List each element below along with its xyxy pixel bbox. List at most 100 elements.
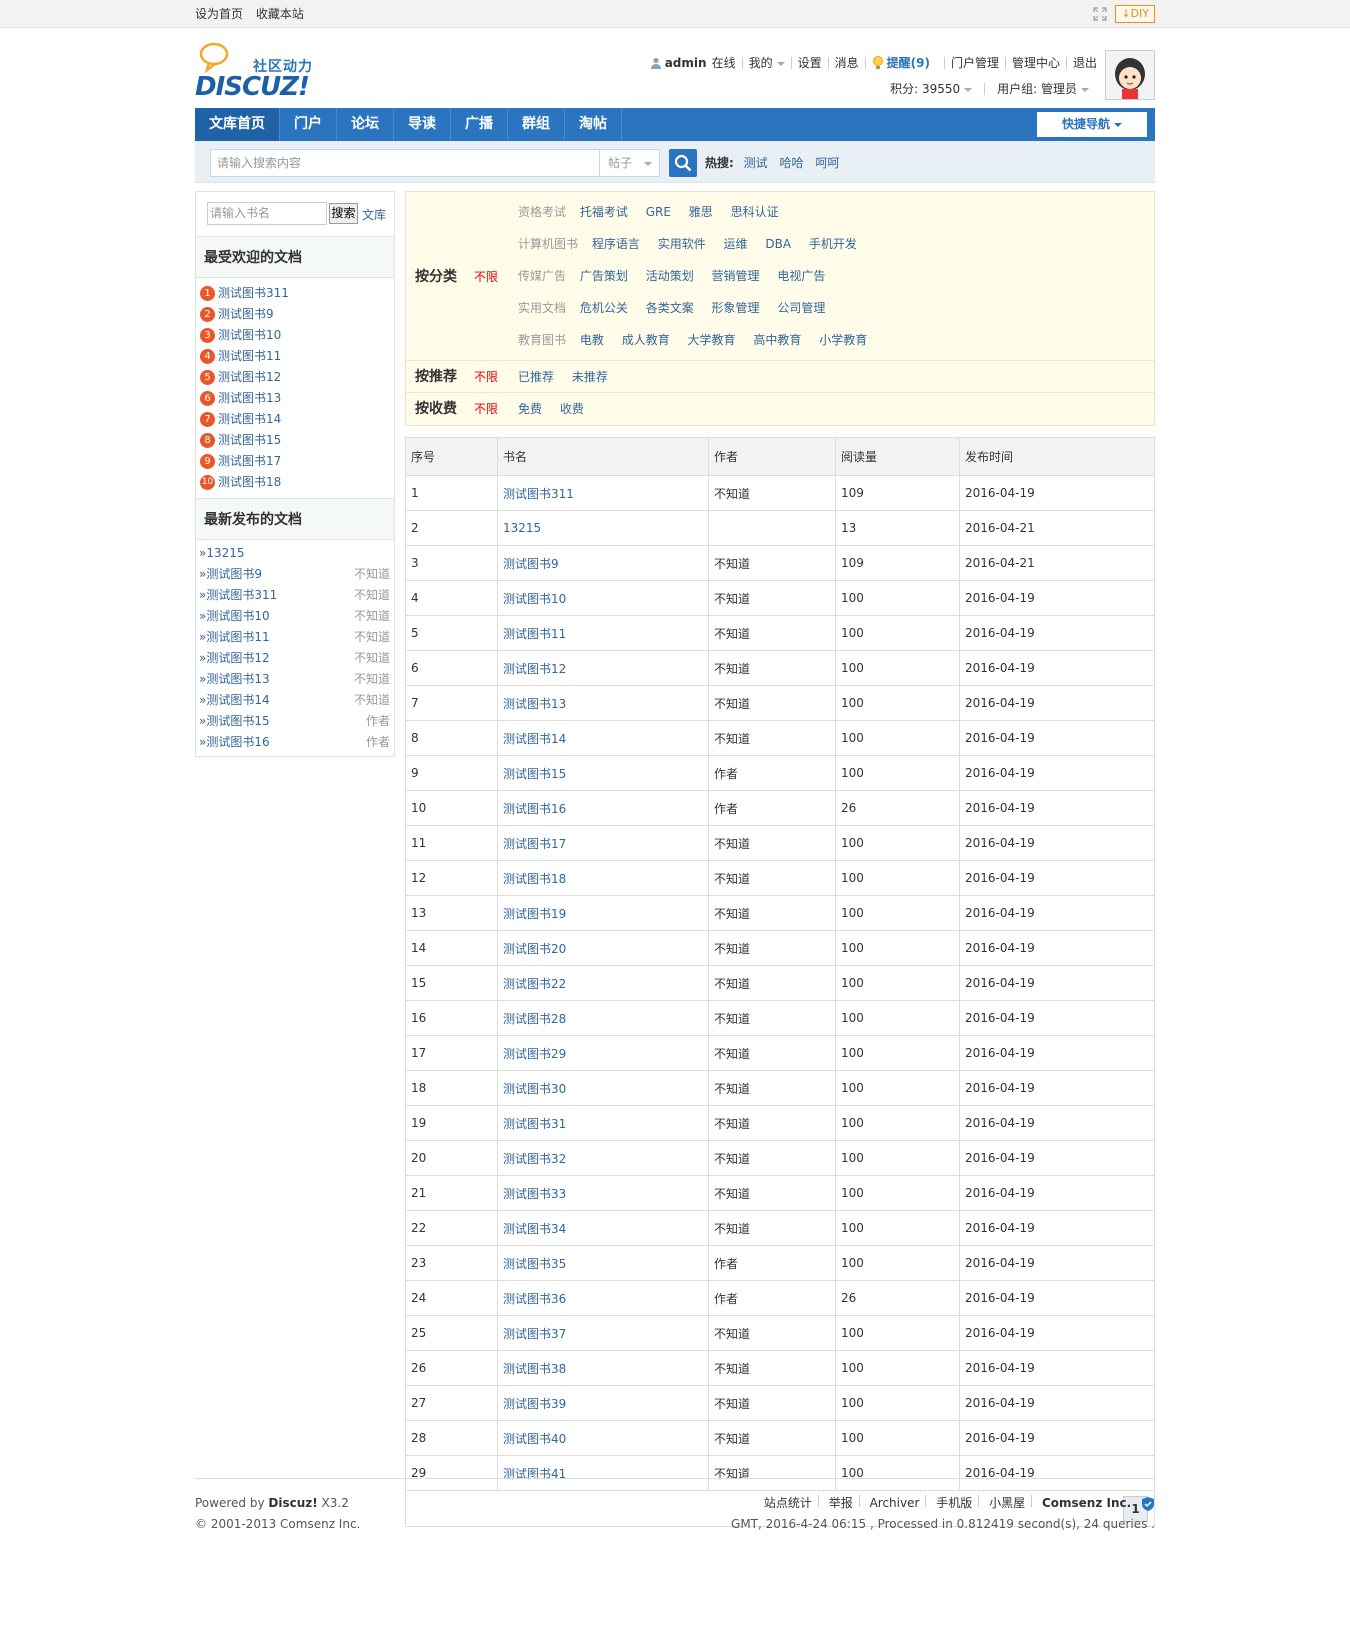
popular-doc-link[interactable]: 测试图书15 — [218, 430, 281, 451]
avatar[interactable] — [1105, 50, 1155, 100]
category-link[interactable]: 形象管理 — [712, 301, 760, 315]
search-button[interactable] — [669, 149, 697, 177]
book-title-link[interactable]: 测试图书22 — [497, 965, 709, 1001]
book-title-link[interactable]: 测试图书34 — [497, 1210, 709, 1246]
admin-center-link[interactable]: 管理中心 — [1012, 54, 1060, 71]
book-title-link[interactable]: 测试图书28 — [497, 1000, 709, 1036]
book-title-link[interactable]: 测试图书29 — [497, 1035, 709, 1071]
book-title-link[interactable]: 13215 — [497, 510, 709, 546]
book-title-link[interactable]: 测试图书12 — [497, 650, 709, 686]
book-title-link[interactable]: 测试图书35 — [497, 1245, 709, 1281]
category-link[interactable]: 危机公关 — [580, 301, 628, 315]
footer-link[interactable]: 举报 — [829, 1496, 853, 1510]
shield-icon[interactable] — [1141, 1496, 1155, 1512]
footer-link[interactable]: Archiver — [870, 1496, 920, 1510]
recommend-link[interactable]: 未推荐 — [572, 370, 608, 384]
quick-nav-button[interactable]: 快捷导航 — [1037, 112, 1147, 137]
popular-doc-link[interactable]: 测试图书11 — [218, 346, 281, 367]
category-link[interactable]: 电视广告 — [777, 269, 825, 283]
popular-doc-link[interactable]: 测试图书311 — [218, 283, 289, 304]
footer-link[interactable]: 手机版 — [936, 1496, 972, 1510]
category-link[interactable]: 实用软件 — [658, 237, 706, 251]
popular-doc-link[interactable]: 测试图书10 — [218, 325, 281, 346]
search-type-select[interactable]: 帖子 — [600, 149, 660, 177]
search-input[interactable]: 请输入搜索内容 — [210, 149, 600, 177]
book-title-link[interactable]: 测试图书33 — [497, 1175, 709, 1211]
category-link[interactable]: 高中教育 — [753, 333, 801, 347]
popular-doc-link[interactable]: 测试图书14 — [218, 409, 281, 430]
diy-button[interactable]: ↓DIY — [1115, 5, 1155, 23]
logout-link[interactable]: 退出 — [1073, 54, 1097, 71]
category-link[interactable]: 托福考试 — [580, 205, 628, 219]
book-search-button[interactable]: 搜索 — [329, 203, 358, 224]
set-homepage-link[interactable]: 设为首页 — [195, 7, 243, 21]
category-link[interactable]: 成人教育 — [622, 333, 670, 347]
hot-keyword[interactable]: 呵呵 — [815, 156, 839, 170]
book-title-link[interactable]: 测试图书30 — [497, 1070, 709, 1106]
nav-item-collection[interactable]: 淘帖 — [565, 108, 622, 141]
book-title-link[interactable]: 测试图书10 — [497, 580, 709, 616]
book-title-link[interactable]: 测试图书19 — [497, 895, 709, 931]
brand-link[interactable]: Discuz! — [268, 1496, 317, 1510]
popular-doc-link[interactable]: 测试图书12 — [218, 367, 281, 388]
book-title-link[interactable]: 测试图书14 — [497, 720, 709, 756]
favorite-link[interactable]: 收藏本站 — [256, 7, 304, 21]
book-title-link[interactable]: 测试图书32 — [497, 1140, 709, 1176]
category-link[interactable]: 小学教育 — [819, 333, 867, 347]
book-title-link[interactable]: 测试图书15 — [497, 755, 709, 791]
filter-unlimited[interactable]: 不限 — [466, 192, 518, 360]
popular-doc-link[interactable]: 测试图书13 — [218, 388, 281, 409]
book-title-link[interactable]: 测试图书13 — [497, 685, 709, 721]
fee-link[interactable]: 免费 — [518, 402, 542, 416]
hot-keyword[interactable]: 测试 — [744, 156, 768, 170]
book-title-link[interactable]: 测试图书36 — [497, 1280, 709, 1316]
footer-link[interactable]: 小黑屋 — [989, 1496, 1025, 1510]
latest-doc-link[interactable]: »测试图书311 — [199, 585, 277, 606]
book-title-link[interactable]: 测试图书9 — [497, 545, 709, 581]
fee-link[interactable]: 收费 — [560, 402, 584, 416]
nav-item-broadcast[interactable]: 广播 — [451, 108, 508, 141]
hot-keyword[interactable]: 哈哈 — [779, 156, 803, 170]
category-link[interactable]: 大学教育 — [688, 333, 736, 347]
category-link[interactable]: 运维 — [724, 237, 748, 251]
category-link[interactable]: 活动策划 — [646, 269, 694, 283]
popular-doc-link[interactable]: 测试图书18 — [218, 472, 281, 493]
book-search-input[interactable]: 请输入书名 — [207, 202, 327, 225]
category-link[interactable]: 手机开发 — [809, 237, 857, 251]
book-title-link[interactable]: 测试图书37 — [497, 1315, 709, 1351]
nav-item-forum[interactable]: 论坛 — [337, 108, 394, 141]
book-title-link[interactable]: 测试图书40 — [497, 1420, 709, 1456]
portal-manage-link[interactable]: 门户管理 — [951, 54, 999, 71]
category-link[interactable]: 营销管理 — [712, 269, 760, 283]
book-title-link[interactable]: 测试图书20 — [497, 930, 709, 966]
footer-link[interactable]: 站点统计 — [764, 1496, 812, 1510]
book-title-link[interactable]: 测试图书16 — [497, 790, 709, 826]
category-link[interactable]: 程序语言 — [592, 237, 640, 251]
category-link[interactable]: 各类文案 — [646, 301, 694, 315]
category-link[interactable]: GRE — [646, 205, 671, 219]
category-link[interactable]: DBA — [765, 237, 791, 251]
category-link[interactable]: 雅思 — [689, 205, 713, 219]
wenku-link[interactable]: 文库 — [362, 206, 386, 223]
popular-doc-link[interactable]: 测试图书9 — [218, 304, 274, 325]
category-link[interactable]: 广告策划 — [580, 269, 628, 283]
book-title-link[interactable]: 测试图书38 — [497, 1350, 709, 1386]
filter-unlimited[interactable]: 不限 — [466, 393, 518, 425]
username-link[interactable]: admin — [665, 56, 707, 70]
latest-doc-link[interactable]: »测试图书16 — [199, 732, 270, 753]
recommend-link[interactable]: 已推荐 — [518, 370, 554, 384]
category-link[interactable]: 电教 — [580, 333, 604, 347]
book-title-link[interactable]: 测试图书31 — [497, 1105, 709, 1141]
nav-item-guide[interactable]: 导读 — [394, 108, 451, 141]
latest-doc-link[interactable]: »测试图书12 — [199, 648, 270, 669]
latest-doc-link[interactable]: »测试图书10 — [199, 606, 270, 627]
usergroup-menu[interactable]: 用户组: 管理员 — [997, 80, 1089, 97]
latest-doc-link[interactable]: »测试图书13 — [199, 669, 270, 690]
settings-link[interactable]: 设置 — [798, 54, 822, 71]
latest-doc-link[interactable]: »测试图书11 — [199, 627, 270, 648]
mine-menu[interactable]: 我的 — [749, 54, 785, 71]
book-title-link[interactable]: 测试图书17 — [497, 825, 709, 861]
nav-item-groups[interactable]: 群组 — [508, 108, 565, 141]
fullscreen-icon[interactable] — [1093, 7, 1108, 21]
comsenz-link[interactable]: Comsenz Inc. — [1042, 1496, 1131, 1510]
